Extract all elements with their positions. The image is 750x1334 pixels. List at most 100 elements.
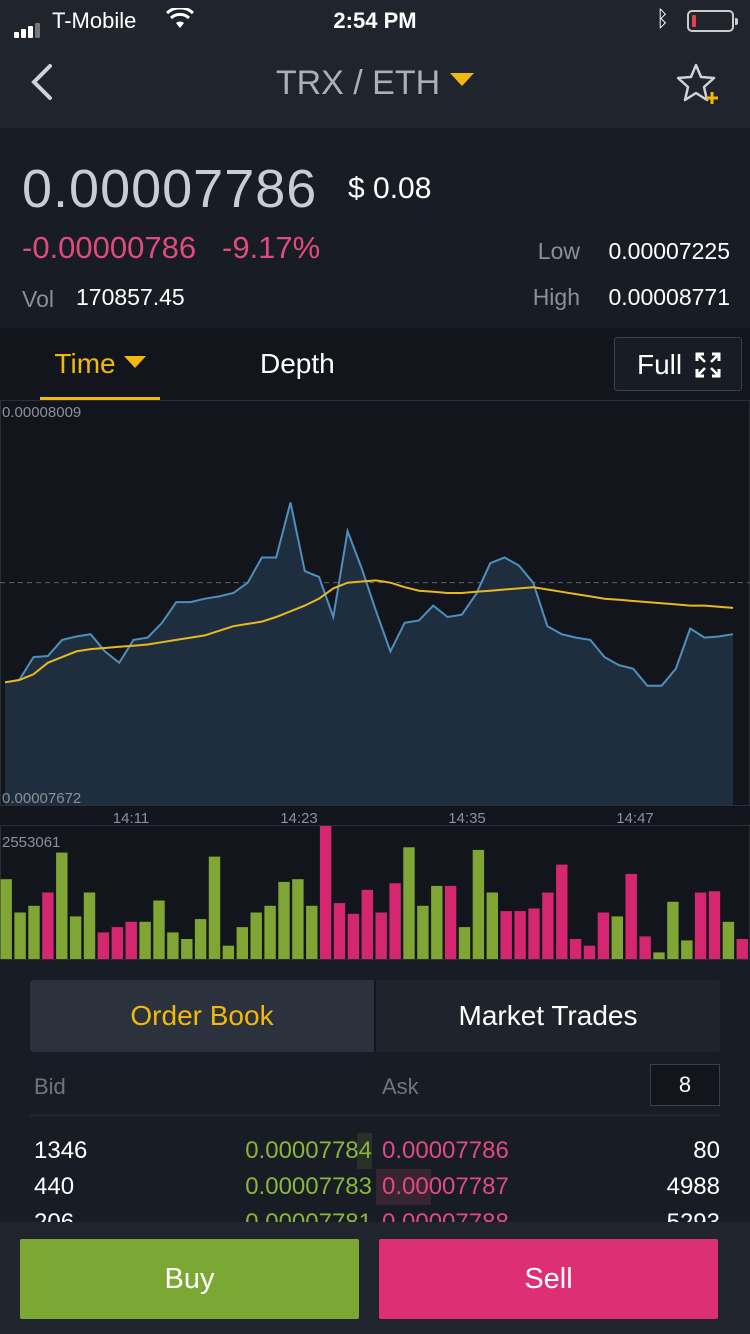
- order-book-row[interactable]: 440 0.00007783 0.00007787 4988: [0, 1169, 750, 1205]
- volume-bar: [472, 849, 485, 959]
- order-book-row[interactable]: 1346 0.00007784 0.00007786 80: [0, 1133, 750, 1169]
- fullscreen-label: Full: [637, 349, 683, 380]
- volume-bar: [208, 856, 221, 959]
- volume-bar: [111, 927, 123, 959]
- sell-button[interactable]: Sell: [379, 1239, 718, 1319]
- volume-axis-label: 2553061: [2, 834, 61, 851]
- volume-bar: [319, 826, 332, 959]
- volume-bar: [444, 885, 457, 960]
- order-book-section: Order Book Market Trades Bid Ask 8 1346 0…: [0, 960, 750, 1236]
- status-time: 2:54 PM: [333, 8, 417, 33]
- volume-label: Vol: [22, 286, 54, 312]
- x-tick-label: 14:23: [280, 810, 318, 827]
- volume-bar: [181, 939, 193, 959]
- usd-price: $ 0.08: [348, 172, 432, 205]
- volume-bar: [611, 916, 623, 959]
- low-value: 0.00007225: [608, 238, 730, 264]
- bid-price: 0.00007783: [245, 1173, 372, 1200]
- volume-bar: [361, 889, 373, 959]
- volume-bar: [167, 932, 179, 959]
- price-panel: 0.00007786 $ 0.08 -0.00000786 -9.17% Vol…: [0, 128, 750, 328]
- price-area: [5, 502, 733, 805]
- price-change: -0.00000786: [22, 230, 197, 265]
- tab-time[interactable]: Time: [40, 348, 160, 400]
- battery-icon: [687, 10, 738, 32]
- x-tick-label: 14:47: [616, 810, 654, 827]
- price-chart[interactable]: 0.00008009 0.00007672 14:11 14:23 14:35 …: [0, 400, 750, 960]
- volume-bar: [556, 864, 568, 959]
- volume-bar: [306, 905, 318, 959]
- volume-bar: [528, 908, 540, 959]
- volume-bar: [514, 911, 526, 959]
- volume-bar: [389, 883, 401, 959]
- ask-quantity: 80: [693, 1137, 720, 1164]
- high-label: High: [532, 284, 580, 310]
- bluetooth-icon: ᛒ: [656, 6, 670, 31]
- volume-bar: [417, 905, 429, 959]
- x-tick-label: 14:35: [448, 810, 486, 827]
- volume-bar: [583, 945, 596, 959]
- low-label: Low: [537, 238, 580, 264]
- volume-bar: [42, 892, 54, 959]
- y-axis-min-label: 0.00007672: [2, 790, 82, 807]
- volume-bar: [542, 892, 554, 959]
- chart-tabs: Time Depth Full: [0, 328, 750, 400]
- volume-bar: [431, 885, 443, 960]
- volume-bar: [139, 921, 151, 959]
- volume-bar: [28, 905, 40, 959]
- volume-bar: [500, 911, 512, 959]
- ask-header: Ask: [382, 1074, 419, 1099]
- volume-bar: [569, 939, 582, 959]
- volume-bar: [69, 916, 82, 959]
- volume-bar: [403, 847, 415, 959]
- status-bar: T-Mobile 2:54 PM ᛒ: [0, 0, 750, 42]
- tab-time-label: Time: [54, 348, 116, 379]
- volume-bar: [625, 873, 637, 959]
- volume-value: 170857.45: [76, 284, 185, 310]
- volume-bar: [153, 900, 165, 959]
- volume-bar: [194, 919, 207, 959]
- ask-price: 0.00007787: [382, 1173, 509, 1200]
- price-change-percent: -9.17%: [222, 230, 321, 265]
- volume-bar: [722, 921, 735, 959]
- bid-header: Bid: [34, 1074, 66, 1099]
- depth-selector[interactable]: 8: [650, 1064, 720, 1106]
- volume-bar: [56, 852, 68, 959]
- x-tick-label: 14:11: [112, 810, 150, 827]
- volume-bar: [667, 901, 679, 959]
- volume-bar: [250, 912, 262, 959]
- top-bar: T-Mobile 2:54 PM ᛒ TRX / ETH: [0, 0, 750, 128]
- tab-order-book[interactable]: Order Book: [30, 980, 374, 1052]
- y-axis-max-label: 0.00008009: [2, 404, 82, 421]
- last-price: 0.00007786: [22, 159, 318, 219]
- pair-selector[interactable]: TRX / ETH: [0, 64, 750, 103]
- caret-down-icon: [450, 72, 475, 86]
- favorite-star-add-icon[interactable]: [676, 62, 722, 106]
- volume-bar: [278, 881, 290, 959]
- trade-actions: Buy Sell: [0, 1222, 750, 1334]
- volume-bar: [236, 927, 248, 959]
- volume-bar: [347, 913, 360, 959]
- caret-down-icon: [123, 355, 146, 368]
- fullscreen-button[interactable]: Full: [614, 337, 742, 391]
- chart-canvas: [0, 400, 750, 960]
- volume-bar: [222, 945, 235, 959]
- volume-bar: [292, 879, 304, 959]
- book-segmented-control: Order Book Market Trades: [30, 980, 720, 1052]
- volume-bar: [14, 912, 26, 959]
- bid-quantity: 1346: [34, 1137, 88, 1164]
- buy-button[interactable]: Buy: [20, 1239, 359, 1319]
- volume-bar: [639, 936, 651, 959]
- volume-bar: [653, 952, 665, 960]
- volume-bar: [694, 892, 707, 959]
- volume-bar: [458, 927, 471, 959]
- volume-bar: [125, 921, 137, 959]
- volume-bar: [0, 879, 12, 959]
- volume-bar: [333, 903, 346, 959]
- ask-quantity: 4988: [666, 1173, 720, 1200]
- pair-title: TRX / ETH: [275, 64, 441, 102]
- volume-bar: [375, 912, 387, 959]
- tab-depth[interactable]: Depth: [260, 348, 335, 380]
- high-value: 0.00008771: [608, 284, 730, 310]
- tab-market-trades[interactable]: Market Trades: [376, 980, 720, 1052]
